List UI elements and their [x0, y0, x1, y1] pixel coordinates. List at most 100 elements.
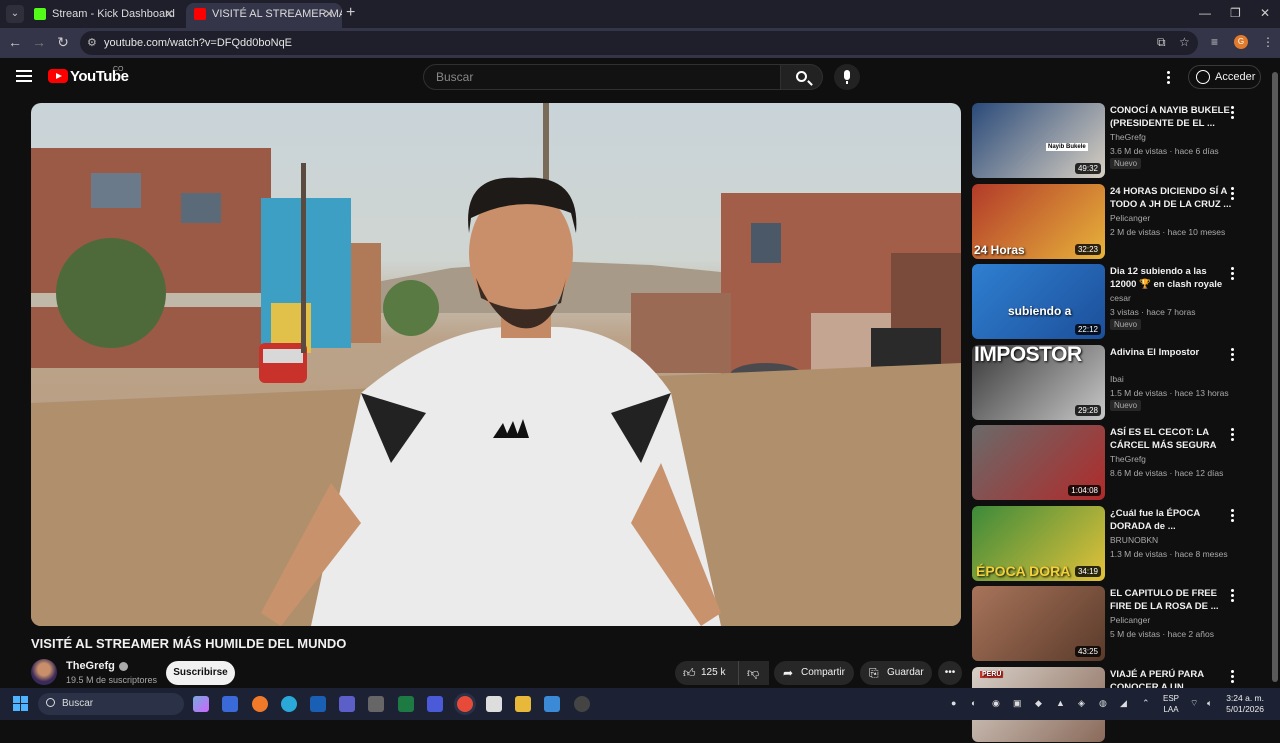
recommendation-channel[interactable]: cesar: [1110, 293, 1131, 303]
tray-app-icon[interactable]: ▣: [1013, 698, 1022, 709]
back-icon[interactable]: ←: [6, 34, 24, 50]
subscribe-button[interactable]: Suscribirse: [166, 661, 235, 685]
calculator-icon[interactable]: [368, 696, 384, 712]
recommendation-card[interactable]: 24 Horas 32:23 24 HORAS DICIENDO SÍ A TO…: [972, 184, 1262, 260]
settings-more-icon[interactable]: [1167, 71, 1171, 85]
save-button[interactable]: ⎘ Guardar: [860, 661, 932, 685]
file-explorer-icon[interactable]: [515, 696, 531, 712]
outlook-icon[interactable]: [310, 696, 326, 712]
channel-name[interactable]: TheGrefg: [66, 660, 128, 672]
more-options-icon[interactable]: [1231, 267, 1235, 281]
app-icon[interactable]: [427, 696, 443, 712]
video-thumbnail[interactable]: ÉPOCA DORA 34:19: [972, 506, 1105, 581]
tray-app-icon[interactable]: ◍: [1099, 698, 1107, 709]
search-button[interactable]: [781, 64, 823, 90]
recommendation-title[interactable]: CONOCÍ A NAYIB BUKELE (PRESIDENTE DE EL …: [1110, 104, 1232, 130]
dislike-button[interactable]: 👎︎: [738, 661, 768, 685]
scrollbar-thumb[interactable]: [1272, 72, 1278, 682]
more-options-icon[interactable]: [1231, 670, 1235, 684]
notepad-icon[interactable]: [486, 696, 502, 712]
video-thumbnail[interactable]: 43:25: [972, 586, 1105, 661]
teams-icon[interactable]: [339, 696, 355, 712]
recommendation-title[interactable]: ASÍ ES EL CECOT: LA CÁRCEL MÁS SEGURA D.…: [1110, 426, 1232, 453]
more-options-icon[interactable]: [1231, 509, 1235, 523]
reload-icon[interactable]: ↻: [54, 34, 72, 51]
recommendation-card[interactable]: Nayib Bukele 49:32 CONOCÍ A NAYIB BUKELE…: [972, 103, 1262, 179]
recommendation-channel[interactable]: Ibai: [1110, 374, 1124, 384]
page-scrollbar[interactable]: [1270, 58, 1280, 688]
media-controls-icon[interactable]: ≡: [1211, 35, 1218, 49]
more-options-icon[interactable]: [1231, 428, 1235, 442]
recommendation-card[interactable]: 1:04:08 ASÍ ES EL CECOT: LA CÁRCEL MÁS S…: [972, 425, 1262, 501]
edge-icon[interactable]: [281, 696, 297, 712]
recommendation-title[interactable]: Dia 12 subiendo a las 12000 🏆 en clash r…: [1110, 265, 1232, 291]
language-indicator[interactable]: ESP LAA: [1163, 693, 1179, 715]
more-actions-button[interactable]: •••: [938, 661, 962, 685]
recommendation-title[interactable]: Adivina El Impostor: [1110, 346, 1232, 359]
copilot-icon[interactable]: [193, 696, 209, 712]
volume-icon[interactable]: 🔈︎: [1207, 698, 1212, 709]
system-clock[interactable]: 3:24 a. m. 5/01/2026: [1224, 693, 1264, 715]
tab-search-icon[interactable]: ⌄: [6, 5, 24, 23]
search-input[interactable]: Buscar: [423, 64, 781, 90]
tray-app-icon[interactable]: ●: [951, 698, 956, 708]
recommendation-title[interactable]: 24 HORAS DICIENDO SÍ A TODO A JH DE LA C…: [1110, 185, 1232, 211]
close-tab-icon[interactable]: ✕: [324, 3, 334, 25]
profile-avatar[interactable]: G: [1234, 35, 1248, 49]
browser-menu-icon[interactable]: ⋮: [1262, 35, 1274, 49]
minimize-icon[interactable]: —: [1199, 6, 1211, 20]
tray-app-icon[interactable]: ◆: [1035, 698, 1042, 709]
show-hidden-icons-icon[interactable]: ⌃: [1142, 698, 1150, 709]
excel-icon[interactable]: [398, 696, 414, 712]
more-options-icon[interactable]: [1231, 348, 1235, 362]
wifi-icon[interactable]: ⌔: [1190, 698, 1198, 709]
recommendation-card[interactable]: 43:25 EL CAPITULO DE FREE FIRE DE LA ROS…: [972, 586, 1262, 662]
recommendation-channel[interactable]: Pelicanger: [1110, 213, 1150, 223]
tray-app-icon[interactable]: ▲: [1056, 698, 1065, 708]
channel-avatar[interactable]: [31, 659, 57, 685]
close-tab-icon[interactable]: ✕: [164, 3, 174, 25]
obs-icon[interactable]: [574, 696, 590, 712]
taskbar-search[interactable]: Buscar: [38, 693, 184, 715]
restore-icon[interactable]: ❐: [1230, 6, 1241, 20]
signin-button[interactable]: Acceder: [1188, 65, 1261, 89]
recommendation-card[interactable]: IMPOSTOR 29:28 Adivina El Impostor Ibai …: [972, 345, 1262, 421]
install-app-icon[interactable]: ⧉: [1157, 35, 1166, 50]
recommendation-channel[interactable]: Pelicanger: [1110, 615, 1150, 625]
windows-app-icon[interactable]: [544, 696, 560, 712]
video-thumbnail[interactable]: 24 Horas 32:23: [972, 184, 1105, 259]
new-tab-icon[interactable]: +: [346, 4, 355, 22]
site-info-icon[interactable]: ⚙: [87, 31, 97, 55]
share-button[interactable]: ➦ Compartir: [774, 661, 854, 685]
recommendation-card[interactable]: subiendo a 22:12 Dia 12 subiendo a las 1…: [972, 264, 1262, 340]
nvidia-icon[interactable]: ◢: [1120, 698, 1127, 709]
video-thumbnail[interactable]: IMPOSTOR 29:28: [972, 345, 1105, 420]
video-thumbnail[interactable]: Nayib Bukele 49:32: [972, 103, 1105, 178]
discord-icon[interactable]: ◉: [992, 698, 1000, 709]
voice-search-icon[interactable]: [834, 64, 860, 90]
recommendation-title[interactable]: ¿Cuál fue la ÉPOCA DORADA de ...: [1110, 507, 1232, 533]
menu-icon[interactable]: [16, 70, 32, 82]
browser-tab-kick[interactable]: Stream - Kick Dashboard ✕: [26, 3, 182, 28]
close-window-icon[interactable]: ✕: [1260, 6, 1270, 20]
store-icon[interactable]: [222, 696, 238, 712]
recommendation-channel[interactable]: BRUNOBKN: [1110, 535, 1158, 545]
start-menu-icon[interactable]: [13, 696, 29, 712]
tray-app-icon[interactable]: ◈: [1078, 698, 1085, 709]
chrome-icon[interactable]: [457, 696, 473, 712]
video-player[interactable]: [31, 103, 961, 626]
more-options-icon[interactable]: [1231, 589, 1235, 603]
firefox-icon[interactable]: [252, 696, 268, 712]
recommendation-title[interactable]: EL CAPITULO DE FREE FIRE DE LA ROSA DE .…: [1110, 587, 1232, 613]
recommendation-channel[interactable]: TheGrefg: [1110, 454, 1146, 464]
forward-icon[interactable]: →: [30, 34, 48, 50]
youtube-logo-icon[interactable]: [48, 69, 68, 83]
recommendation-channel[interactable]: TheGrefg: [1110, 132, 1146, 142]
video-thumbnail[interactable]: subiendo a 22:12: [972, 264, 1105, 339]
video-thumbnail[interactable]: 1:04:08: [972, 425, 1105, 500]
address-bar[interactable]: ⚙ youtube.com/watch?v=DFQdd0boNqE: [80, 31, 1198, 55]
more-options-icon[interactable]: [1231, 106, 1235, 120]
recommendation-card[interactable]: ÉPOCA DORA 34:19 ¿Cuál fue la ÉPOCA DORA…: [972, 506, 1262, 582]
bookmark-star-icon[interactable]: ☆: [1179, 35, 1190, 49]
more-options-icon[interactable]: [1231, 187, 1235, 201]
